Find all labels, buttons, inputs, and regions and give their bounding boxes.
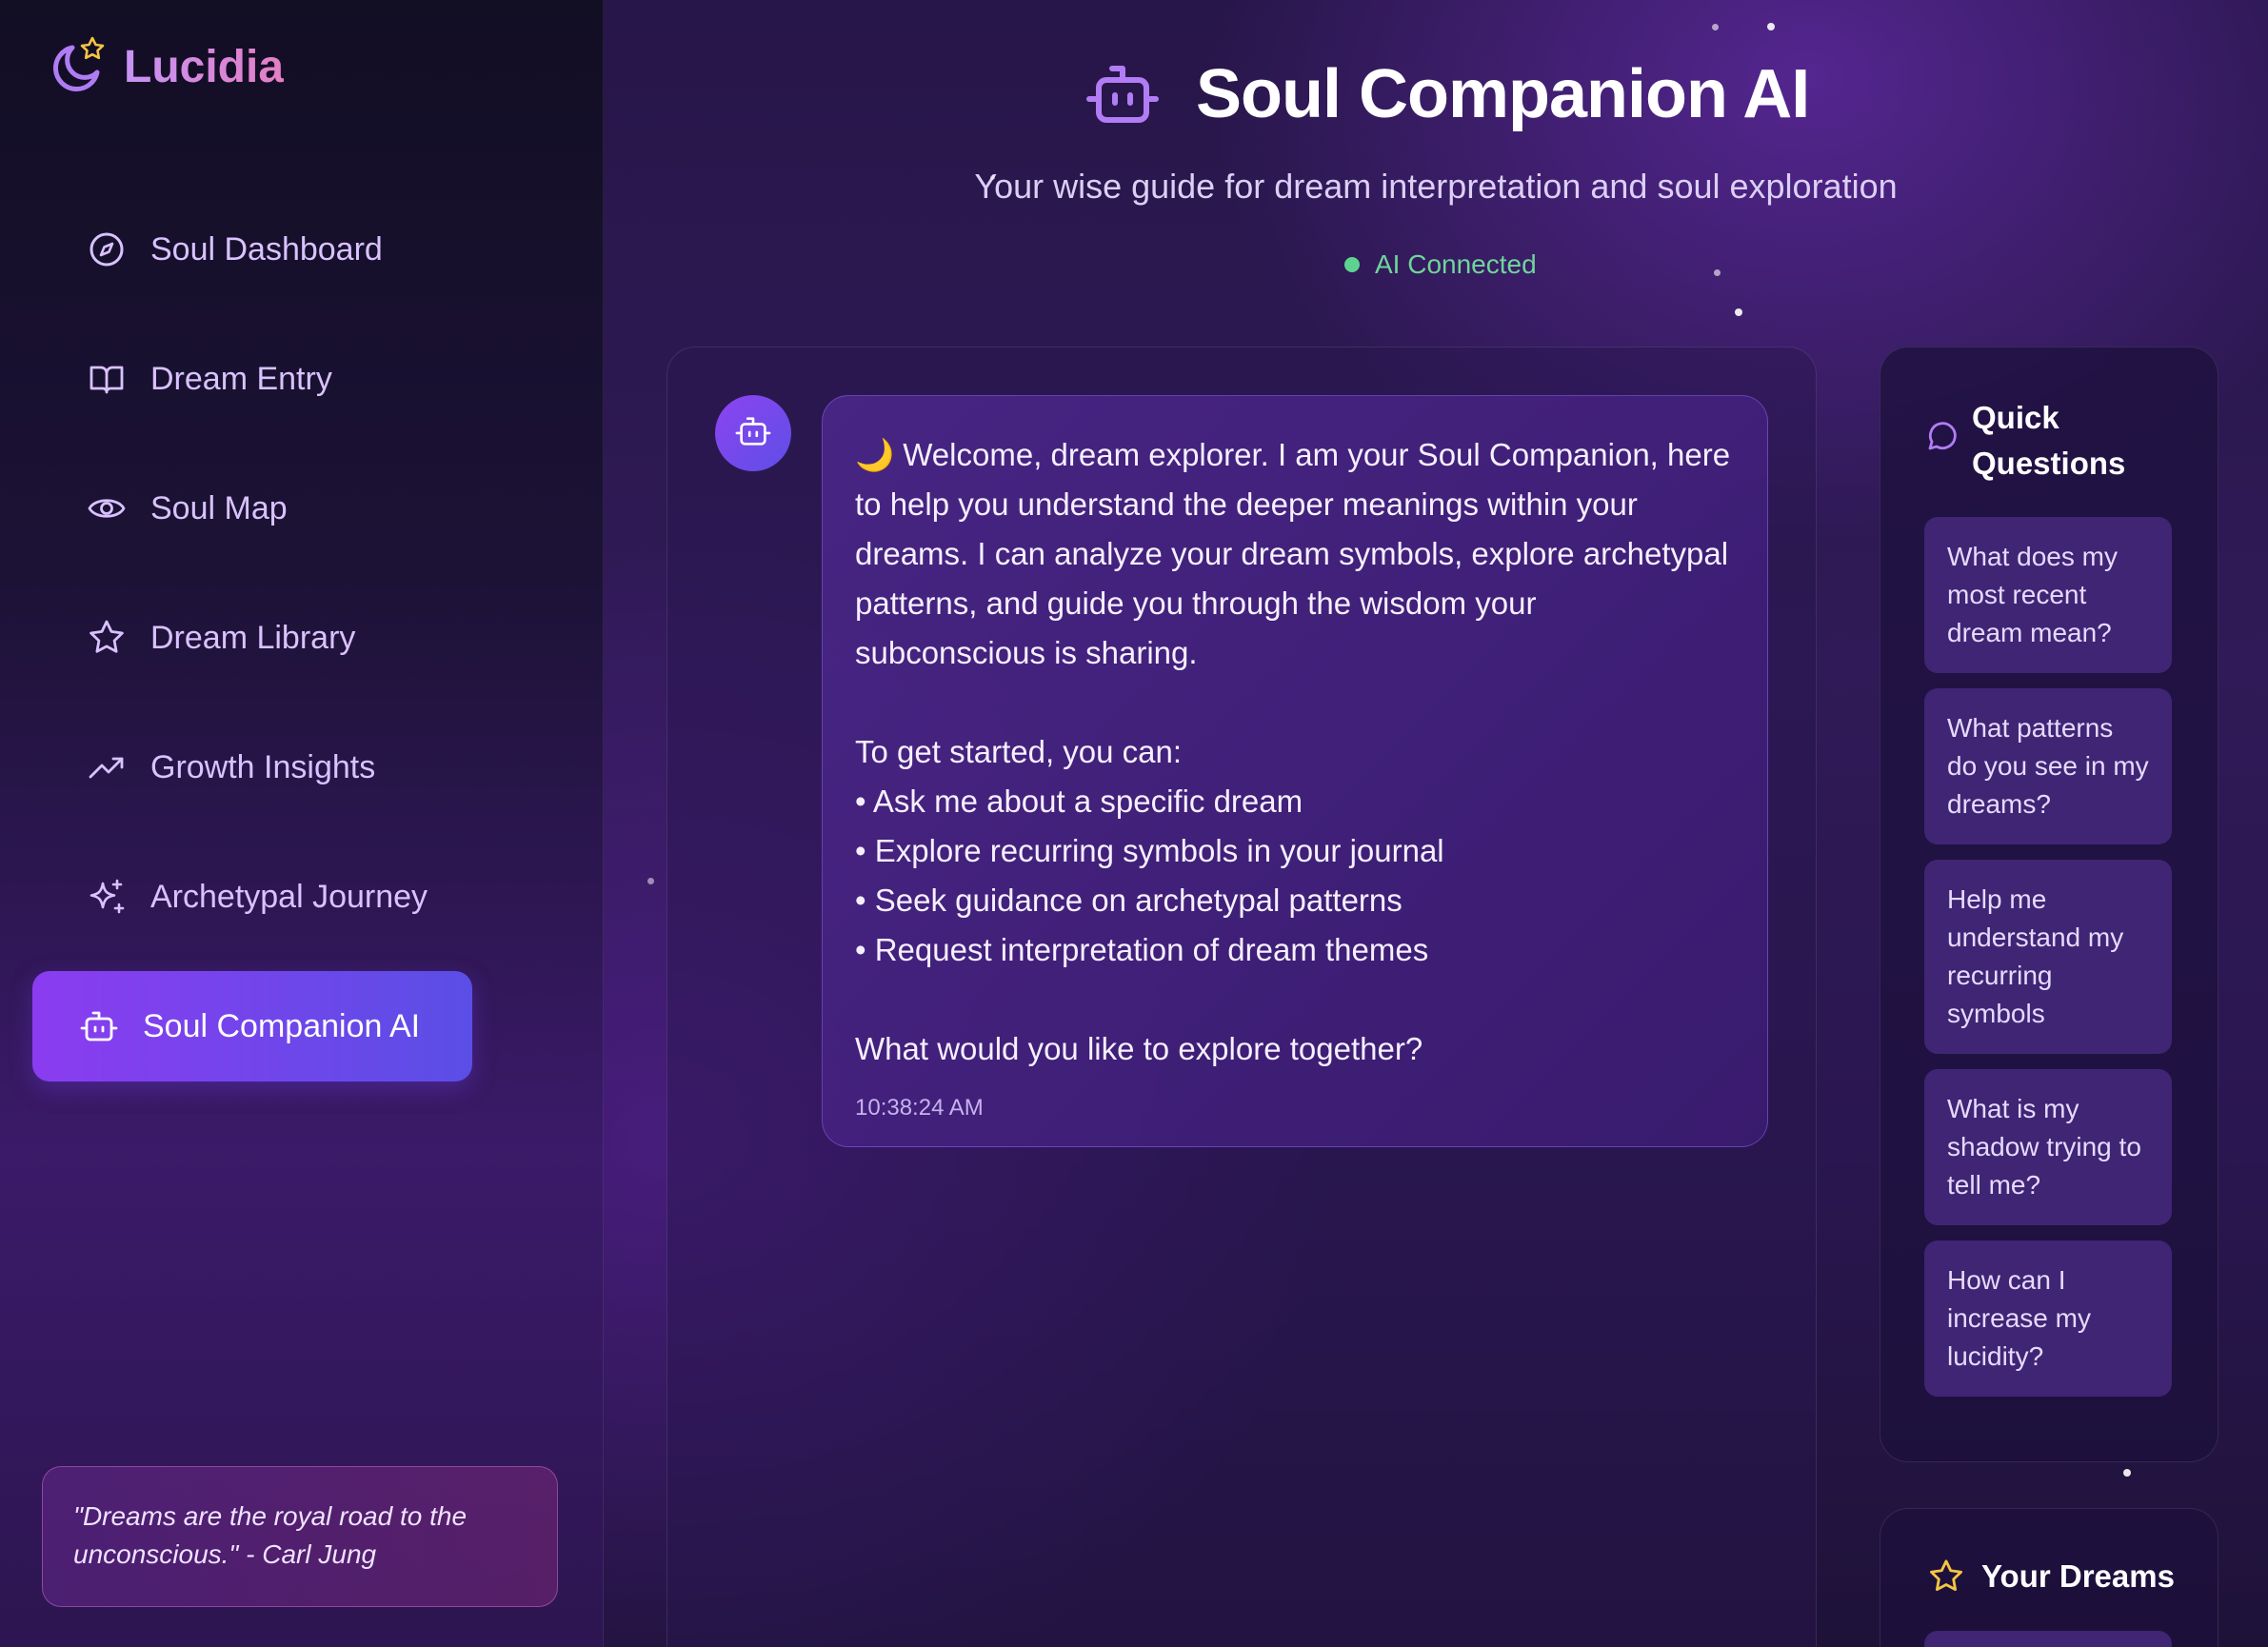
message-circle-icon bbox=[1924, 420, 1959, 454]
quick-questions-header: Quick Questions bbox=[1924, 395, 2143, 486]
message-timestamp: 10:38:24 AM bbox=[855, 1095, 984, 1121]
sidebar-item-label: Soul Dashboard bbox=[150, 230, 383, 268]
sidebar-item-archetypal-journey[interactable]: Archetypal Journey bbox=[32, 842, 472, 952]
quick-questions-title: Quick Questions bbox=[1972, 400, 2126, 481]
sidebar-nav: Soul Dashboard Dream Entry Soul Map Drea… bbox=[32, 194, 472, 1101]
bot-icon bbox=[80, 1007, 118, 1045]
eye-icon bbox=[88, 489, 126, 527]
quick-question-button[interactable]: What is my shadow trying to tell me? bbox=[1924, 1069, 2172, 1225]
your-dreams-panel: Your Dreams bbox=[1880, 1508, 2218, 1647]
page-header: Soul Companion AI bbox=[1085, 55, 1810, 133]
app-background: Lucidia Soul Dashboard Dream Entry Soul … bbox=[0, 0, 2268, 1647]
jung-quote: "Dreams are the royal road to the uncons… bbox=[42, 1466, 558, 1607]
sidebar-item-label: Archetypal Journey bbox=[150, 878, 428, 915]
sparkles-icon bbox=[88, 878, 126, 916]
star-icon bbox=[88, 619, 126, 657]
message-bullet: • Ask me about a specific dream bbox=[855, 784, 1303, 819]
sparkle-dot bbox=[1767, 23, 1775, 30]
sparkle-dot bbox=[1714, 269, 1721, 276]
book-open-icon bbox=[88, 360, 126, 398]
chat-panel: 🌙 Welcome, dream explorer. I am your Sou… bbox=[666, 347, 1817, 1647]
app-name: Lucidia bbox=[124, 41, 285, 92]
your-dreams-title: Your Dreams bbox=[1981, 1558, 2175, 1594]
ai-avatar bbox=[715, 395, 791, 471]
your-dreams-header: Your Dreams bbox=[1928, 1558, 2175, 1595]
message-intro: 🌙 Welcome, dream explorer. I am your Sou… bbox=[855, 437, 1731, 670]
sidebar-item-label: Soul Companion AI bbox=[143, 1007, 421, 1044]
sparkle-dot bbox=[1735, 308, 1742, 316]
sidebar-item-label: Dream Entry bbox=[150, 360, 332, 397]
message-bullet: • Seek guidance on archetypal patterns bbox=[855, 883, 1403, 918]
sidebar-item-soul-dashboard[interactable]: Soul Dashboard bbox=[32, 194, 472, 305]
bot-icon bbox=[1085, 57, 1160, 131]
sidebar: Lucidia Soul Dashboard Dream Entry Soul … bbox=[0, 0, 604, 1647]
moon-star-icon bbox=[44, 36, 105, 97]
sidebar-item-label: Growth Insights bbox=[150, 748, 376, 785]
page-title: Soul Companion AI bbox=[1196, 56, 1810, 132]
trending-up-icon bbox=[88, 748, 126, 786]
quick-question-button[interactable]: How can I increase my lucidity? bbox=[1924, 1240, 2172, 1397]
status-text: AI Connected bbox=[1375, 249, 1537, 279]
connection-status: AI Connected bbox=[1344, 249, 1537, 280]
ai-message: 🌙 Welcome, dream explorer. I am your Sou… bbox=[822, 395, 1768, 1147]
star-icon bbox=[1928, 1558, 1964, 1595]
compass-icon bbox=[88, 230, 126, 268]
sidebar-item-dream-library[interactable]: Dream Library bbox=[32, 583, 472, 693]
quick-question-button[interactable]: Help me understand my recurring symbols bbox=[1924, 860, 2172, 1054]
sparkle-dot bbox=[1712, 24, 1719, 30]
message-started: To get started, you can: bbox=[855, 734, 1183, 769]
sidebar-item-soul-map[interactable]: Soul Map bbox=[32, 453, 472, 564]
sidebar-item-growth-insights[interactable]: Growth Insights bbox=[32, 712, 472, 823]
quick-questions-panel: Quick Questions What does my most recent… bbox=[1880, 347, 2218, 1462]
page-subtitle: Your wise guide for dream interpretation… bbox=[974, 167, 1898, 206]
sidebar-item-dream-entry[interactable]: Dream Entry bbox=[32, 324, 472, 434]
sidebar-item-label: Soul Map bbox=[150, 489, 288, 526]
sidebar-item-label: Dream Library bbox=[150, 619, 356, 656]
quick-question-button[interactable]: What patterns do you see in my dreams? bbox=[1924, 688, 2172, 844]
message-bullet: • Request interpretation of dream themes bbox=[855, 932, 1429, 967]
status-dot-icon bbox=[1344, 257, 1360, 272]
quick-questions-list: What does my most recent dream mean? Wha… bbox=[1924, 517, 2172, 1412]
sparkle-dot bbox=[2123, 1469, 2131, 1477]
sidebar-item-soul-companion-ai[interactable]: Soul Companion AI bbox=[32, 971, 472, 1081]
message-closing: What would you like to explore together? bbox=[855, 1031, 1423, 1066]
quick-question-button[interactable]: What does my most recent dream mean? bbox=[1924, 517, 2172, 673]
sparkle-dot bbox=[990, 175, 995, 180]
bot-icon bbox=[735, 413, 771, 454]
sparkle-dot bbox=[647, 878, 654, 884]
logo[interactable]: Lucidia bbox=[44, 36, 284, 97]
message-bullet: • Explore recurring symbols in your jour… bbox=[855, 833, 1444, 868]
dream-list-item[interactable] bbox=[1924, 1631, 2172, 1647]
